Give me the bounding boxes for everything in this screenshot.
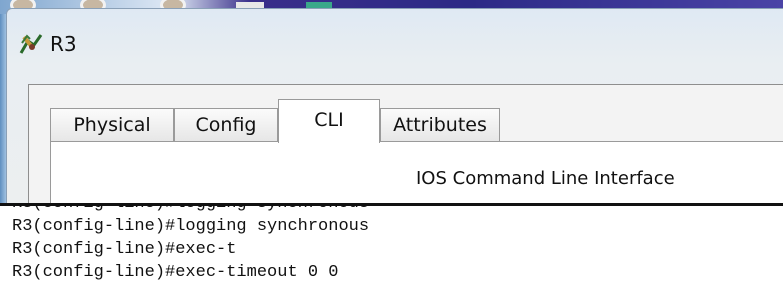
tab-physical[interactable]: Physical — [50, 108, 174, 142]
tab-cli[interactable]: CLI — [278, 99, 380, 143]
window-titlebar[interactable]: R3 — [18, 24, 77, 64]
router-device-icon — [19, 34, 43, 54]
terminal-line: R3(config-line)#exec-t — [12, 240, 237, 259]
cli-heading: IOS Command Line Interface — [416, 168, 675, 189]
tab-config[interactable]: Config — [174, 108, 278, 142]
tab-attributes[interactable]: Attributes — [380, 108, 500, 142]
terminal-line: R3(config-line)#exec-timeout 0 0 — [12, 263, 339, 282]
cli-terminal[interactable]: R3(config-line)#logging synchronous R3(c… — [0, 203, 783, 300]
terminal-line: R3(config-line)#logging synchronous — [12, 203, 370, 213]
window-title: R3 — [50, 32, 77, 56]
terminal-line: R3(config-line)#logging synchronous — [12, 217, 370, 236]
